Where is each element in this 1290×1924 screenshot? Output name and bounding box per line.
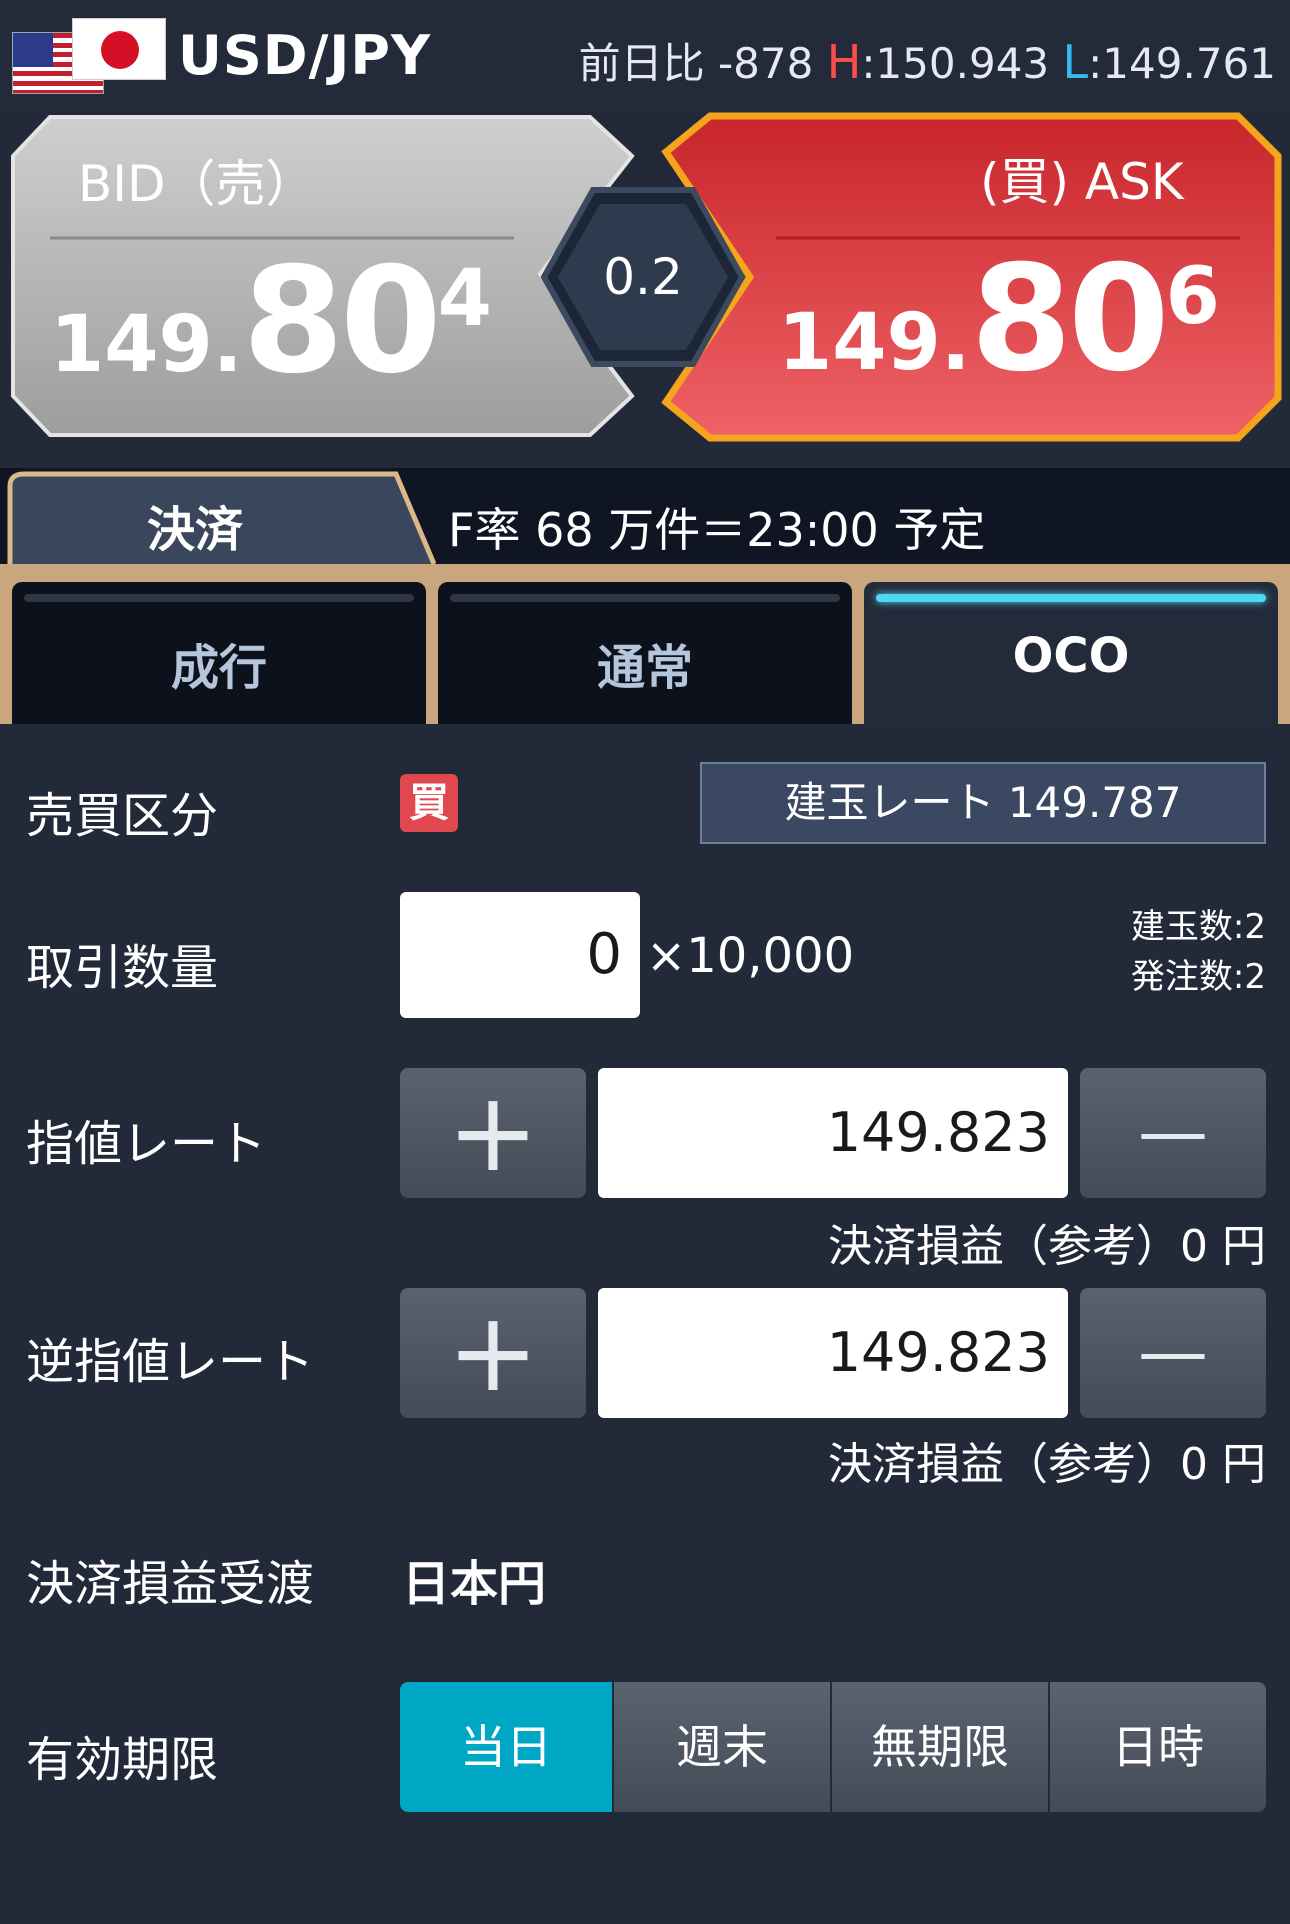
quantity-label: 取引数量 bbox=[26, 940, 219, 996]
bid-label: BID（売） bbox=[78, 155, 316, 213]
news-ticker: F率 68 万件＝23:00 予定 bbox=[448, 503, 986, 557]
settle-tab-label: 決済 bbox=[146, 502, 243, 558]
orders-count: 発注数:2 bbox=[1130, 957, 1266, 997]
settlement-currency-label: 決済損益受渡 bbox=[26, 1556, 315, 1612]
tab-market-order[interactable]: 成行 bbox=[12, 582, 426, 724]
expiry-today-button[interactable]: 当日 bbox=[400, 1682, 612, 1812]
stop-plus-button[interactable]: + bbox=[400, 1288, 586, 1418]
expiry-datetime-button[interactable]: 日時 bbox=[1050, 1682, 1266, 1812]
plus-icon: + bbox=[446, 1068, 540, 1196]
currency-pair: USD/JPY bbox=[178, 24, 432, 87]
low-letter: L bbox=[1062, 35, 1089, 89]
daily-stats: 前日比 -878 H:150.943 L:149.761 bbox=[579, 30, 1276, 91]
minus-icon: — bbox=[1138, 1091, 1208, 1173]
settlement-currency-value: 日本円 bbox=[402, 1556, 547, 1612]
change-value: -878 bbox=[718, 39, 814, 88]
tab-normal-order[interactable]: 通常 bbox=[438, 582, 852, 724]
minus-icon: — bbox=[1138, 1311, 1208, 1393]
high-value: :150.943 bbox=[861, 39, 1050, 88]
stop-minus-button[interactable]: — bbox=[1080, 1288, 1266, 1418]
limit-rate-label: 指値レート bbox=[26, 1116, 267, 1172]
stop-rate-label: 逆指値レート bbox=[26, 1334, 315, 1390]
buy-badge: 買 bbox=[400, 774, 458, 832]
quantity-input[interactable]: 0 bbox=[400, 892, 640, 1018]
expiry-weekend-button[interactable]: 週末 bbox=[614, 1682, 830, 1812]
side-label: 売買区分 bbox=[26, 788, 219, 844]
japan-flag-icon bbox=[72, 18, 166, 80]
position-order-counts: 建玉数:2 発注数:2 bbox=[1131, 902, 1266, 1002]
plus-icon: + bbox=[446, 1288, 540, 1416]
limit-plus-button[interactable]: + bbox=[400, 1068, 586, 1198]
limit-pnl-estimate: 決済損益（参考）0 円 bbox=[828, 1221, 1266, 1272]
ask-label: (買) ASK bbox=[980, 153, 1184, 211]
limit-minus-button[interactable]: — bbox=[1080, 1068, 1266, 1198]
high-letter: H bbox=[826, 35, 862, 89]
limit-rate-input[interactable]: 149.823 bbox=[598, 1068, 1068, 1198]
position-rate-button[interactable]: 建玉レート 149.787 bbox=[700, 762, 1266, 844]
quantity-unit: ×10,000 bbox=[646, 928, 855, 984]
expiry-label: 有効期限 bbox=[26, 1732, 219, 1788]
positions-count: 建玉数:2 bbox=[1130, 907, 1266, 947]
low-value: :149.761 bbox=[1088, 39, 1276, 88]
expiry-indefinite-button[interactable]: 無期限 bbox=[832, 1682, 1048, 1812]
header-bar: USD/JPY 前日比 -878 H:150.943 L:149.761 bbox=[0, 0, 1290, 112]
tab-oco-order[interactable]: OCO bbox=[864, 582, 1278, 724]
stop-rate-input[interactable]: 149.823 bbox=[598, 1288, 1068, 1418]
ask-price: 149.806 bbox=[778, 234, 1220, 404]
spread-value: 0.2 bbox=[603, 248, 683, 306]
stop-pnl-estimate: 決済損益（参考）0 円 bbox=[828, 1439, 1266, 1490]
bid-price: 149.804 bbox=[50, 236, 492, 406]
change-label: 前日比 bbox=[578, 39, 705, 88]
